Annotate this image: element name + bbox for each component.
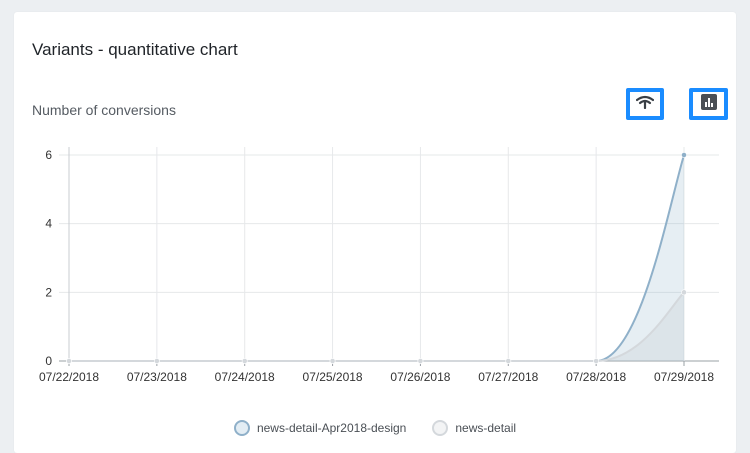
data-point-s1-7 bbox=[681, 152, 687, 158]
x-tick-label-5: 07/27/2018 bbox=[478, 370, 538, 384]
x-tick-label-0: 07/22/2018 bbox=[39, 370, 99, 384]
data-point-s2-4 bbox=[417, 358, 424, 364]
x-tick-label-1: 07/23/2018 bbox=[127, 370, 187, 384]
legend-label-series-2: news-detail bbox=[455, 421, 517, 435]
x-tick-label-7: 07/29/2018 bbox=[654, 370, 714, 384]
chart-legend: news-detail-Apr2018-design news-detail bbox=[14, 420, 736, 436]
data-point-s2-5 bbox=[505, 358, 512, 364]
series-line-2 bbox=[69, 291, 685, 363]
series-area-2 bbox=[69, 292, 684, 361]
legend-item-series-1[interactable]: news-detail-Apr2018-design bbox=[233, 420, 407, 436]
area-layer bbox=[69, 155, 684, 361]
legend-label-series-1: news-detail-Apr2018-design bbox=[256, 421, 407, 435]
data-point-s2-6 bbox=[593, 358, 600, 364]
x-tick-label-6: 07/28/2018 bbox=[566, 370, 626, 384]
data-point-s2-1 bbox=[153, 358, 160, 364]
y-tick-label-0: 0 bbox=[45, 354, 52, 368]
chart-card: Variants - quantitative chart Number of … bbox=[14, 12, 736, 453]
legend-swatch-series-1 bbox=[233, 420, 250, 436]
x-tick-label-4: 07/26/2018 bbox=[390, 370, 450, 384]
data-point-s2-7 bbox=[681, 289, 687, 296]
x-tick-label-2: 07/24/2018 bbox=[215, 370, 275, 384]
legend-swatch-series-2 bbox=[432, 420, 449, 436]
series-line-1 bbox=[69, 154, 685, 363]
data-point-s2-0 bbox=[66, 358, 72, 364]
data-point-s2-3 bbox=[329, 358, 336, 364]
y-tick-label-2: 2 bbox=[45, 285, 52, 299]
data-point-s2-2 bbox=[241, 358, 248, 364]
point-layer bbox=[66, 152, 687, 364]
axis-layer: 0 2 4 6 07/22/2018 07/23/2018 07/24/2018 07/25/… bbox=[39, 148, 714, 384]
y-tick-label-4: 4 bbox=[45, 217, 52, 231]
grid-layer bbox=[59, 147, 719, 366]
series-area-1 bbox=[69, 155, 684, 361]
y-tick-label-6: 6 bbox=[45, 148, 52, 162]
legend-item-series-2[interactable]: news-detail bbox=[432, 420, 516, 436]
x-tick-label-3: 07/25/2018 bbox=[303, 370, 363, 384]
conversions-chart: 0 2 4 6 07/22/2018 07/23/2018 07/24/2018 07/25/… bbox=[39, 147, 719, 384]
line-layer bbox=[69, 154, 685, 363]
